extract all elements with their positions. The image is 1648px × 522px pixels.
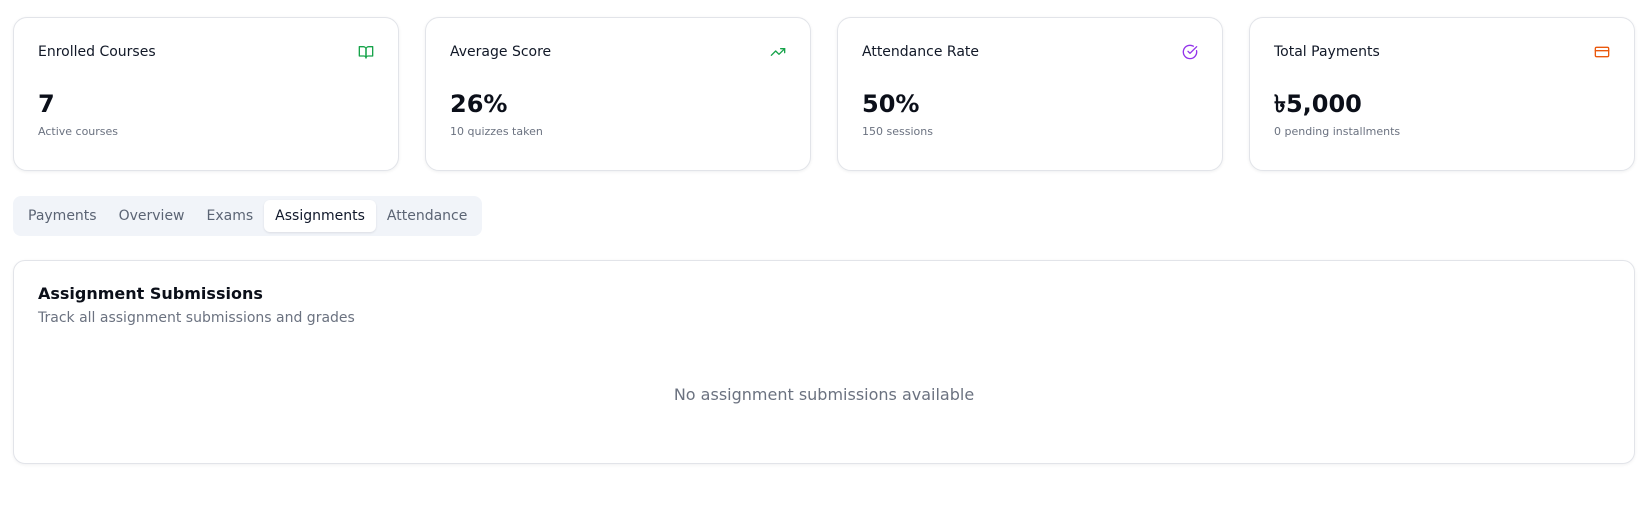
credit-card-icon (1594, 44, 1610, 60)
stat-subtext: Active courses (38, 125, 119, 138)
student-dashboard: Enrolled Courses 7 Active courses Averag… (0, 0, 1648, 522)
tab-exams[interactable]: Exams (196, 200, 265, 232)
panel-description: Track all assignment submissions and gra… (38, 310, 355, 326)
tab-assignments[interactable]: Assignments (264, 200, 376, 232)
empty-state-message: No assignment submissions available (673, 385, 975, 404)
stat-value: 50% (862, 90, 920, 118)
tab-payments[interactable]: Payments (17, 200, 108, 232)
stats-row: Enrolled Courses 7 Active courses Averag… (13, 17, 1636, 171)
book-open-icon (358, 44, 374, 60)
stat-card-enrolled-courses: Enrolled Courses 7 Active courses (13, 17, 399, 171)
stat-title: Attendance Rate (862, 44, 979, 60)
trending-up-icon (770, 44, 786, 60)
panel-title: Assignment Submissions (38, 284, 263, 303)
stat-title: Total Payments (1274, 44, 1380, 60)
stat-subtext: 150 sessions (862, 125, 933, 138)
tab-list: Payments Overview Exams Assignments Atte… (13, 196, 483, 236)
stat-title: Enrolled Courses (38, 44, 156, 60)
tab-overview[interactable]: Overview (108, 200, 196, 232)
stat-title: Average Score (450, 44, 552, 60)
stat-card-average-score: Average Score 26% 10 quizzes taken (425, 17, 811, 171)
tab-attendance[interactable]: Attendance (376, 200, 478, 232)
stat-card-total-payments: Total Payments ৳5,000 0 pending installm… (1249, 17, 1635, 171)
check-circle-icon (1182, 44, 1198, 60)
stat-subtext: 0 pending installments (1274, 125, 1401, 138)
assignment-submissions-panel: Assignment Submissions Track all assignm… (13, 260, 1635, 464)
stat-value: 26% (450, 90, 508, 118)
stat-subtext: 10 quizzes taken (450, 125, 543, 138)
stat-card-attendance-rate: Attendance Rate 50% 150 sessions (837, 17, 1223, 171)
stat-value: 7 (38, 90, 55, 118)
stat-value: ৳5,000 (1274, 90, 1362, 118)
